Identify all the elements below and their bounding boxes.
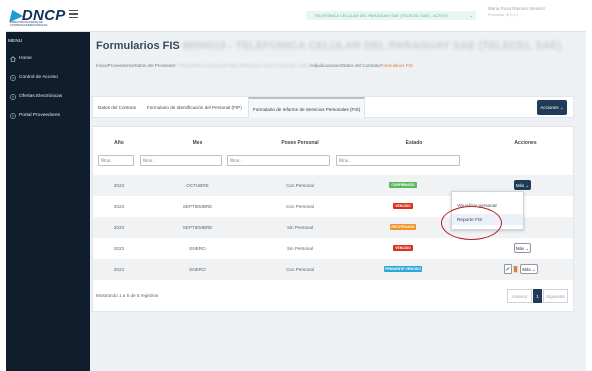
cell-posee: Con Personal [286,267,314,272]
cell-posee: Sin Personal [286,225,314,230]
filter-anio-input[interactable]: filtrar... [98,155,134,166]
pagination-next[interactable]: Siguiente [543,289,568,303]
breadcrumb: Inicio/Proveedores/Datos del Proveedor: … [96,63,413,68]
trash-icon [513,266,518,273]
user-name: Maria Rosa Ramirez Benitez [488,6,546,11]
sidebar-item-label: Control de Acceso [19,75,58,80]
sidebar: MENU Home Control de Acceso Ofertas Elec… [6,32,90,371]
highlight-annotation [441,206,502,240]
table-row: 2023 ENERO Con Personal PENDIENTE VENCID… [93,259,573,280]
sidebar-item-label: Home [19,56,32,61]
table-summary: Mostrando 1 a 5 de 5 registros [96,293,159,298]
status-badge: PENDIENTE VENCIDO [384,266,422,272]
tabs-bar: Datos del Contrato Formulario de Identif… [92,96,574,118]
cell-mes: ENERO [189,267,206,272]
mas-button[interactable]: Más ⌄ [520,264,538,274]
sidebar-item-label: Portal Proveedores [19,113,61,118]
app-page: ▶DNCP DIRECCIÓN NACIONAL DE CONTRATACION… [6,0,586,371]
cell-mes: ENERO [189,246,206,251]
status-badge: RECTIFICADO [390,224,416,230]
entity-selector-label: TELEFONICA CELULAR DEL PARAGUAY SAE (TEL… [314,13,448,18]
cell-anio: 2023 [113,267,125,272]
top-bar: ▶DNCP DIRECCIÓN NACIONAL DE CONTRATACION… [6,0,586,32]
sidebar-item-ofertas[interactable]: Ofertas Electrónicas [8,92,88,102]
sidebar-item-control-acceso[interactable]: Control de Acceso [8,73,88,83]
cell-mes: OCTUBRE [186,183,209,188]
hamburger-menu-icon[interactable] [69,10,78,18]
breadcrumb-obscured: TELEFONICA CELULAR DEL PARAGUAY SAE (TEL… [176,63,310,68]
filter-mes-input[interactable]: filtrar... [140,155,222,166]
sidebar-item-home[interactable]: Home [8,54,88,64]
breadcrumb-path[interactable]: Inicio/Proveedores/Datos del Proveedor: [96,63,177,68]
cell-anio: 2023 [113,225,125,230]
delete-icon[interactable] [513,264,518,274]
user-role: Proveedor (S.R.L.) [488,13,518,17]
edit-button[interactable] [504,264,512,274]
column-header-posee[interactable]: Posee Personal [250,140,350,146]
column-header-estado[interactable]: Estado [350,140,478,146]
cell-posee: Sin Personal [286,246,314,251]
cell-posee: Con Personal [286,204,314,209]
column-header-anio[interactable]: Año [93,140,145,146]
chevron-down-icon: ⌄ [469,13,473,18]
logo-subtitle: DIRECCIÓN NACIONAL DE CONTRATACIONES PÚB… [10,21,48,27]
breadcrumb-current: Formularios FIS [380,63,413,68]
cell-posee: Con Personal [286,183,314,188]
sidebar-item-portal-proveedores[interactable]: Portal Proveedores [8,111,88,121]
mas-button[interactable]: Más ⌄ [514,180,531,190]
tab-fis[interactable]: Formulario de Informe de Servicios Perso… [248,97,366,118]
column-header-acciones: Acciones [514,140,537,146]
filter-posee-input[interactable]: filtrar... [227,155,330,166]
status-badge: VENCIDO [393,245,413,251]
breadcrumb-path-2[interactable]: /Adjudicaciones/Datos del Contrato/ [309,63,381,68]
table-row: 2023 ENERO Sin Personal VENCIDO Más ⌄ [93,238,573,259]
cell-mes: SEPTIEMBRE [182,225,213,230]
home-icon [10,56,16,62]
pagination-page-1[interactable]: 1 [533,289,542,303]
edit-icon [506,267,510,271]
dncp-logo[interactable]: ▶DNCP DIRECCIÓN NACIONAL DE CONTRATACION… [10,6,65,28]
cell-anio: 2023 [113,204,125,209]
page-title: Formularios FIS 8000019 - TELEFONICA CEL… [96,40,562,52]
cell-anio: 2023 [113,183,125,188]
status-badge: VENCIDO [393,203,413,209]
status-badge: CONFIRMADO [389,182,417,188]
pagination-previous[interactable]: Anterior [507,289,532,303]
cell-anio: 2023 [113,246,125,251]
mas-button[interactable]: Más ⌄ [514,243,531,253]
tab-fip[interactable]: Formulario de Identificación del Persona… [147,97,242,118]
chevron-circle-icon [10,75,16,81]
tab-datos-contrato[interactable]: Datos del Contrato [98,97,136,118]
sidebar-title: MENU [8,38,23,43]
page-title-obscured: 8000019 - TELEFONICA CELULAR DEL PARAGUA… [182,40,562,52]
user-menu[interactable]: Maria Rosa Ramirez Benitez Proveedor (S.… [488,6,578,17]
cell-mes: SEPTIEMBRE [182,204,213,209]
entity-selector[interactable]: TELEFONICA CELULAR DEL PARAGUAY SAE (TEL… [306,11,476,20]
filter-estado-input[interactable]: filtrar... [336,155,460,166]
acciones-button[interactable]: Acciones ⌄ [537,100,567,115]
sidebar-item-label: Ofertas Electrónicas [19,94,63,99]
chevron-circle-icon [10,94,16,100]
chevron-circle-icon [10,113,16,119]
column-header-mes[interactable]: Mes [145,140,250,146]
